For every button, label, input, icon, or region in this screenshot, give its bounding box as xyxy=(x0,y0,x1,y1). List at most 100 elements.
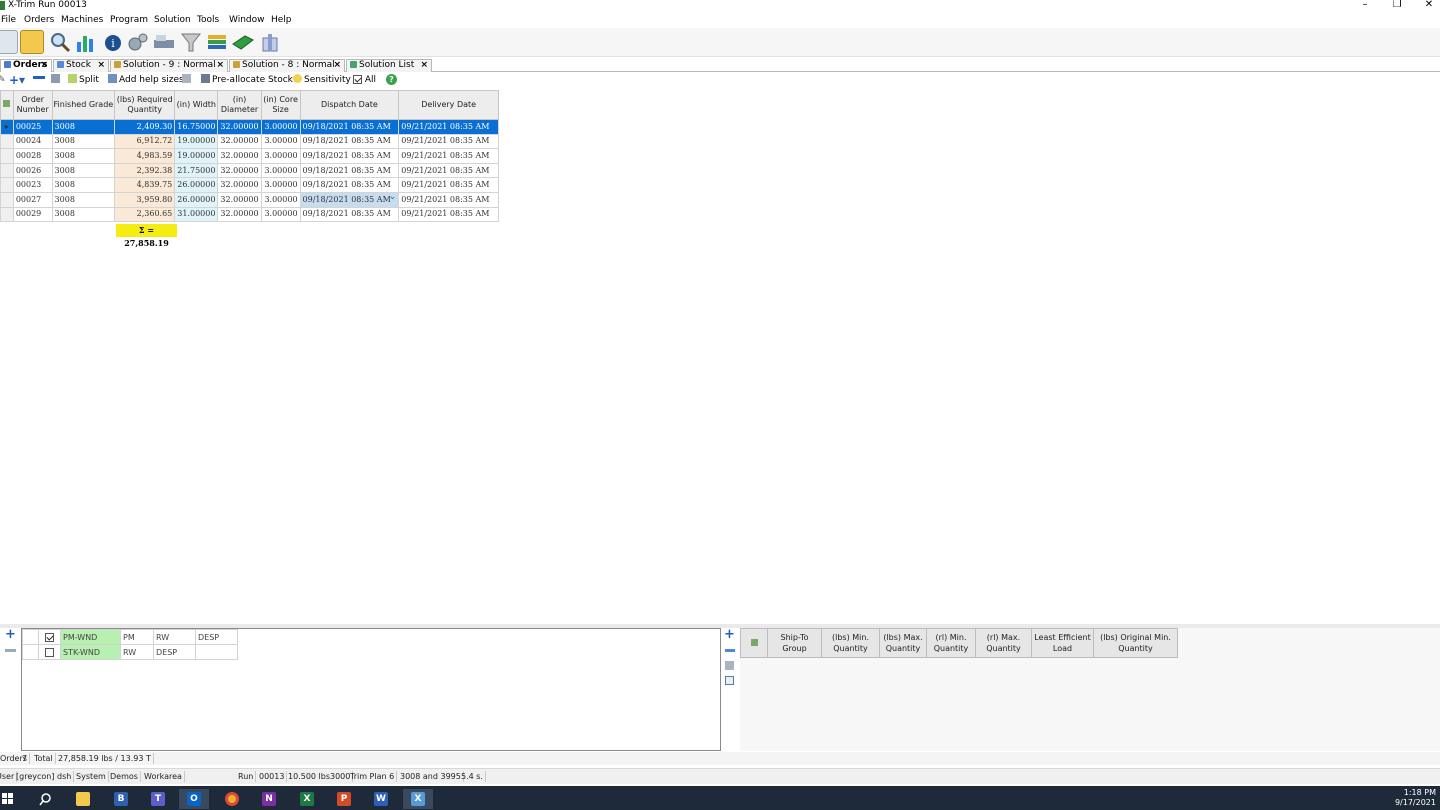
delivery-date-cell[interactable]: 09/21/2021 08:35 AM xyxy=(398,191,499,208)
menu-solution[interactable]: Solution xyxy=(154,14,191,26)
tab-stock[interactable]: Stock × xyxy=(53,59,109,72)
width-cell[interactable]: 19.00000 xyxy=(174,133,219,150)
open-folder-icon[interactable] xyxy=(20,30,44,54)
delivery-date-cell[interactable]: 09/21/2021 08:35 AM xyxy=(398,206,499,223)
delivery-date-cell[interactable]: 09/21/2021 08:35 AM xyxy=(398,133,499,150)
width-cell[interactable]: 16.75000 xyxy=(174,119,219,135)
col-required-quantity[interactable]: (lbs) Required Quantity xyxy=(114,90,176,120)
row-selector[interactable] xyxy=(22,644,39,660)
machine-attr-cell[interactable]: RW xyxy=(153,629,196,645)
remove-icon[interactable] xyxy=(33,74,45,87)
remove-icon[interactable] xyxy=(5,649,16,652)
diameter-cell[interactable]: 32.00000 xyxy=(217,177,262,193)
diameter-cell[interactable]: 32.00000 xyxy=(217,206,262,223)
checkbox[interactable] xyxy=(353,75,362,84)
order-number-cell[interactable]: 00023 xyxy=(12,177,53,193)
width-cell[interactable]: 31.00000 xyxy=(174,206,219,223)
machine-checkbox-cell[interactable] xyxy=(38,644,61,660)
pre-allocate-stock-button[interactable]: Pre-allocate Stock xyxy=(201,74,293,87)
excel-icon[interactable]: X xyxy=(292,789,322,809)
dispatch-date-cell[interactable]: 09/18/2021 08:35 AM xyxy=(299,206,400,223)
add-icon[interactable]: + xyxy=(724,628,735,641)
diameter-cell[interactable]: 32.00000 xyxy=(217,162,262,179)
menu-program[interactable]: Program xyxy=(110,14,148,26)
dispatch-date-cell[interactable]: 09/18/2021 08:35 AM xyxy=(299,148,400,164)
col-dispatch-date[interactable]: Dispatch Date xyxy=(299,90,400,120)
machine-attr-cell[interactable]: DESP xyxy=(153,644,196,660)
col-core-size[interactable]: (in) Core Size xyxy=(260,90,301,120)
row-selector[interactable] xyxy=(0,206,14,223)
green-book-icon[interactable] xyxy=(231,30,255,54)
remove-icon[interactable] xyxy=(725,649,735,652)
app-icon[interactable]: B xyxy=(106,789,136,809)
finished-grade-cell[interactable]: 3008 xyxy=(51,162,116,179)
width-cell[interactable]: 21.75000 xyxy=(174,162,219,179)
copy-icon[interactable] xyxy=(725,661,734,670)
delivery-date-cell[interactable]: 09/21/2021 08:35 AM xyxy=(398,119,499,135)
table-row[interactable]: ▸ 00025 3008 2,409.30 16.75000 32.00000 3.0000… xyxy=(0,119,499,135)
col-order-number[interactable]: Order Number xyxy=(12,90,53,120)
delivery-date-cell[interactable]: 09/21/2021 08:35 AM xyxy=(398,162,499,179)
close-icon[interactable]: × xyxy=(97,60,105,71)
xtrim-icon[interactable]: X xyxy=(403,789,433,809)
row-selector-header[interactable] xyxy=(740,628,768,658)
minimize-button[interactable]: – xyxy=(1350,0,1380,11)
dispatch-date-cell[interactable]: 09/18/2021 08:35 AM xyxy=(299,177,400,193)
machine-attr-cell[interactable]: DESP xyxy=(195,629,238,645)
menu-tools[interactable]: Tools xyxy=(197,14,219,26)
info-icon[interactable]: i xyxy=(101,30,125,54)
col-min-quantity-rl[interactable]: (rl) Min. Quantity xyxy=(926,628,976,658)
new-file-icon[interactable] xyxy=(0,30,18,54)
books-icon[interactable] xyxy=(205,30,229,54)
word-icon[interactable]: W xyxy=(366,789,396,809)
checkbox[interactable] xyxy=(45,647,54,657)
tab-solution-8[interactable]: Solution - 8 : Normal × xyxy=(229,59,345,72)
machine-row[interactable]: STK-WND RW DESP xyxy=(22,644,238,660)
help-icon[interactable]: ? xyxy=(386,74,397,87)
diameter-cell[interactable]: 32.00000 xyxy=(217,133,262,150)
row-selector[interactable] xyxy=(0,133,14,150)
close-icon[interactable]: × xyxy=(420,60,428,71)
col-delivery-date[interactable]: Delivery Date xyxy=(398,90,499,120)
table-row[interactable]: 00027 3008 3,959.80 26.00000 32.00000 3.00000… xyxy=(0,191,499,208)
delivery-date-cell[interactable]: 09/21/2021 08:35 AM xyxy=(398,148,499,164)
order-number-cell[interactable]: 00024 xyxy=(12,133,53,150)
close-icon[interactable]: × xyxy=(333,60,341,71)
pencil-icon[interactable]: ✎ xyxy=(0,74,6,87)
menu-orders[interactable]: Orders xyxy=(24,14,54,26)
col-original-min-quantity[interactable]: (lbs) Original Min. Quantity xyxy=(1093,628,1178,658)
core-size-cell[interactable]: 3.00000 xyxy=(260,206,301,223)
col-width[interactable]: (in) Width xyxy=(174,90,219,120)
close-button[interactable]: ✕ xyxy=(1414,0,1440,11)
machine-row[interactable]: PM-WND PM RW DESP xyxy=(22,629,238,645)
col-finished-grade[interactable]: Finished Grade xyxy=(51,90,116,120)
machine-name-cell[interactable]: STK-WND xyxy=(60,644,121,660)
row-selector[interactable] xyxy=(0,148,14,164)
menu-file[interactable]: File xyxy=(1,14,16,26)
order-number-cell[interactable]: 00028 xyxy=(12,148,53,164)
onenote-icon[interactable]: N xyxy=(254,789,284,809)
teams-icon[interactable]: T xyxy=(143,789,173,809)
row-selector[interactable] xyxy=(0,191,14,208)
width-cell[interactable]: 26.00000 xyxy=(174,177,219,193)
machine-name-cell[interactable]: PM-WND xyxy=(60,629,121,645)
width-cell[interactable]: 19.00000 xyxy=(174,148,219,164)
required-quantity-cell[interactable]: 4,983.59 xyxy=(114,148,176,164)
core-size-cell[interactable]: 3.00000 xyxy=(260,119,301,135)
col-least-efficient-load[interactable]: Least Efficient Load xyxy=(1031,628,1094,658)
core-size-cell[interactable]: 3.00000 xyxy=(260,162,301,179)
table-row[interactable]: 00023 3008 4,839.75 26.00000 32.00000 3.00000… xyxy=(0,177,499,193)
save-icon[interactable] xyxy=(51,74,62,87)
table-row[interactable]: 00024 3008 6,912.72 19.00000 32.00000 3.00000… xyxy=(0,133,499,150)
filter-funnel-icon[interactable] xyxy=(179,30,203,54)
finished-grade-cell[interactable]: 3008 xyxy=(51,177,116,193)
diameter-cell[interactable]: 32.00000 xyxy=(217,191,262,208)
row-selector[interactable] xyxy=(22,629,39,645)
col-ship-to-group[interactable]: Ship-To Group xyxy=(767,628,822,658)
row-selector-header[interactable] xyxy=(0,90,14,120)
outlook-icon[interactable]: O xyxy=(179,789,209,809)
finished-grade-cell[interactable]: 3008 xyxy=(51,191,116,208)
col-min-quantity-lbs[interactable]: (lbs) Min. Quantity xyxy=(821,628,880,658)
core-size-cell[interactable]: 3.00000 xyxy=(260,177,301,193)
machine-checkbox-cell[interactable] xyxy=(38,629,61,645)
